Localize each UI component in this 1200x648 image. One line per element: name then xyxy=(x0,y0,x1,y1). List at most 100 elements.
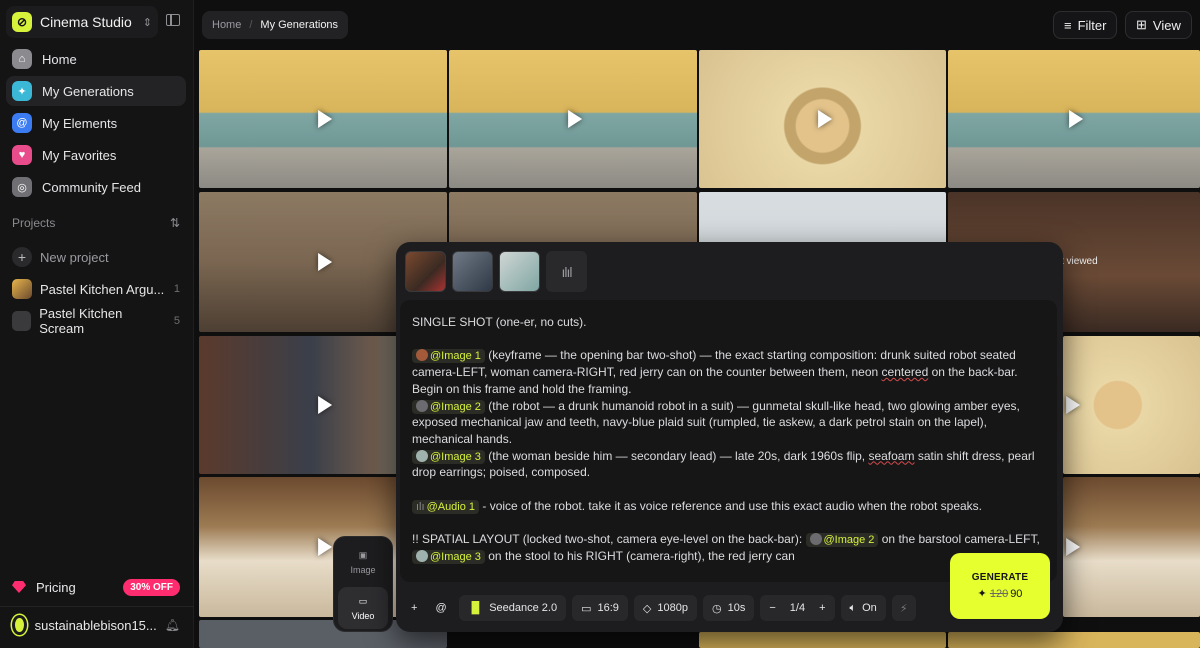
video-thumbnail[interactable] xyxy=(699,632,946,648)
project-item[interactable]: Pastel Kitchen Argu... 1 xyxy=(6,274,186,304)
aspect-ratio-select[interactable]: ▭ 16:9 xyxy=(572,595,628,621)
plus-icon: + xyxy=(12,247,32,267)
pricing-link[interactable]: Pricing 30% OFF xyxy=(6,572,186,602)
model-label: Seedance 2.0 xyxy=(489,602,558,614)
quality-select[interactable]: ◇ 1080p xyxy=(633,595,697,621)
username: sustainablebison15... xyxy=(34,617,157,633)
mention-tag[interactable]: @Image 2 xyxy=(412,399,485,414)
boost-button[interactable]: ⚡︎ xyxy=(891,595,916,621)
app-window: ⊘ Cinema Studio ⇕ ⌂ Home ✦ My Generation… xyxy=(0,0,1200,648)
tag-label: @Image 2 xyxy=(430,400,481,413)
model-select[interactable]: ▐▌ Seedance 2.0 xyxy=(458,595,567,621)
prompt-paragraph: @Image 1 (keyframe — the opening bar two… xyxy=(412,347,1045,481)
breadcrumb-home[interactable]: Home xyxy=(212,19,241,31)
video-thumbnail[interactable] xyxy=(699,50,946,188)
reference-image-2[interactable] xyxy=(452,251,493,292)
duration-select[interactable]: ◷ 10s xyxy=(702,595,755,621)
video-thumbnail[interactable] xyxy=(948,50,1200,188)
play-icon xyxy=(568,110,583,128)
projects-header: Projects ⇅ xyxy=(12,216,180,230)
decrement-button[interactable]: − xyxy=(769,602,775,614)
tag-label: @Audio 1 xyxy=(426,500,476,513)
lightning-icon: ⚡︎ xyxy=(899,602,908,615)
prompt-line: SINGLE SHOT (one-er, no cuts). xyxy=(412,315,587,329)
prompt-text: !! SPATIAL LAYOUT (locked two-shot, came… xyxy=(412,532,806,547)
add-button[interactable]: + xyxy=(405,595,423,621)
globe-icon: ◎ xyxy=(12,177,32,197)
collapse-sidebar-icon[interactable] xyxy=(166,14,180,26)
composer-toolbar: + @ ▐▌ Seedance 2.0 ▭ 16:9 ◇ 1080p ◷ 10s… xyxy=(405,595,916,621)
mention-tag[interactable]: @Image 3 xyxy=(412,449,485,464)
prompt-textarea[interactable]: SINGLE SHOT (one-er, no cuts). @Image 1 … xyxy=(400,300,1057,582)
reference-image-3[interactable] xyxy=(499,251,540,292)
sidebar: ⊘ Cinema Studio ⇕ ⌂ Home ✦ My Generation… xyxy=(0,0,194,648)
audio-toggle[interactable]: 🔈︎ On xyxy=(840,595,886,621)
mode-video-label: Video xyxy=(351,610,375,621)
video-thumbnail[interactable] xyxy=(199,50,447,188)
reference-image-1[interactable] xyxy=(405,251,446,292)
breadcrumb: Home / My Generations xyxy=(202,11,349,39)
speaker-icon: 🔈︎ xyxy=(849,601,857,614)
play-icon xyxy=(817,110,832,128)
mention-tag[interactable]: ılı @Audio 1 xyxy=(412,499,480,514)
project-item[interactable]: Pastel Kitchen Scream 5 xyxy=(6,306,186,336)
nav-label: My Favorites xyxy=(42,147,117,163)
nav-my-favorites[interactable]: ♥ My Favorites xyxy=(6,140,186,170)
generate-button[interactable]: GENERATE ✦ 120 90 xyxy=(950,553,1050,619)
prompt-text: (the robot — a drunk humanoid robot in a… xyxy=(412,398,1020,446)
mention-button[interactable]: @ xyxy=(429,595,452,621)
tag-label: @Image 3 xyxy=(430,550,481,563)
mention-tag[interactable]: @Image 3 xyxy=(412,549,485,564)
heart-icon: ♥ xyxy=(12,145,32,165)
view-button[interactable]: ⊞ View xyxy=(1125,11,1192,39)
home-icon: ⌂ xyxy=(12,49,32,69)
sort-icon[interactable]: ⇅ xyxy=(170,216,180,230)
prompt-text: centered xyxy=(881,365,929,380)
nav-my-generations[interactable]: ✦ My Generations xyxy=(6,76,186,106)
breadcrumb-separator: / xyxy=(249,19,253,31)
video-icon: ▭ xyxy=(358,595,368,606)
video-thumbnail[interactable] xyxy=(1063,477,1200,617)
duration-label: 10s xyxy=(727,602,746,614)
nav-label: My Elements xyxy=(42,115,118,131)
image-thumb-icon xyxy=(416,449,428,462)
nav-home[interactable]: ⌂ Home xyxy=(6,44,186,74)
mention-tag[interactable]: @Image 1 xyxy=(412,349,485,364)
mode-video-button[interactable]: ▭ Video xyxy=(338,587,388,629)
main-nav: ⌂ Home ✦ My Generations @ My Elements ♥ … xyxy=(6,44,186,204)
play-icon xyxy=(1066,538,1081,556)
video-thumbnail[interactable] xyxy=(1063,336,1200,474)
filter-button[interactable]: ≡ Filter xyxy=(1053,11,1118,39)
nav-label: Home xyxy=(42,51,77,67)
pricing-label: Pricing xyxy=(36,579,76,595)
workspace-switcher[interactable]: ⊘ Cinema Studio ⇕ xyxy=(6,6,158,38)
video-thumbnail[interactable] xyxy=(948,632,1200,648)
mention-tag[interactable]: @Image 2 xyxy=(805,533,879,548)
audio-waveform-icon[interactable]: ılıl xyxy=(546,251,587,292)
bell-icon[interactable]: 🔔︎ xyxy=(165,618,180,632)
new-cost: 90 xyxy=(1010,588,1023,600)
tag-label: @Image 3 xyxy=(430,450,481,463)
nav-community-feed[interactable]: ◎ Community Feed xyxy=(6,172,186,202)
project-name: Pastel Kitchen Scream xyxy=(39,306,123,336)
image-icon: ▣ xyxy=(358,549,368,560)
at-sign-icon: @ xyxy=(435,602,447,614)
audio-state-label: On xyxy=(862,602,877,614)
play-icon xyxy=(318,538,333,556)
count-value: 1/4 xyxy=(789,602,806,614)
play-icon xyxy=(1066,396,1081,414)
count-stepper[interactable]: − 1/4 + xyxy=(760,595,835,621)
chevron-updown-icon: ⇕ xyxy=(142,16,152,29)
new-project-button[interactable]: + New project xyxy=(6,242,186,272)
video-thumbnail[interactable] xyxy=(449,50,697,188)
mode-image-label: Image xyxy=(350,564,376,575)
discount-badge: 30% OFF xyxy=(123,578,180,596)
filter-icon: ≡ xyxy=(1064,17,1072,33)
image-thumb-icon xyxy=(809,533,822,546)
user-menu[interactable]: sustainablebison15... 🔔︎ xyxy=(6,610,186,640)
mode-switch: ▣ Image ▭ Video xyxy=(333,536,393,632)
increment-button[interactable]: + xyxy=(819,602,825,614)
nav-my-elements[interactable]: @ My Elements xyxy=(6,108,186,138)
audio-icon: ılı xyxy=(416,500,425,513)
mode-image-button[interactable]: ▣ Image xyxy=(338,541,388,583)
